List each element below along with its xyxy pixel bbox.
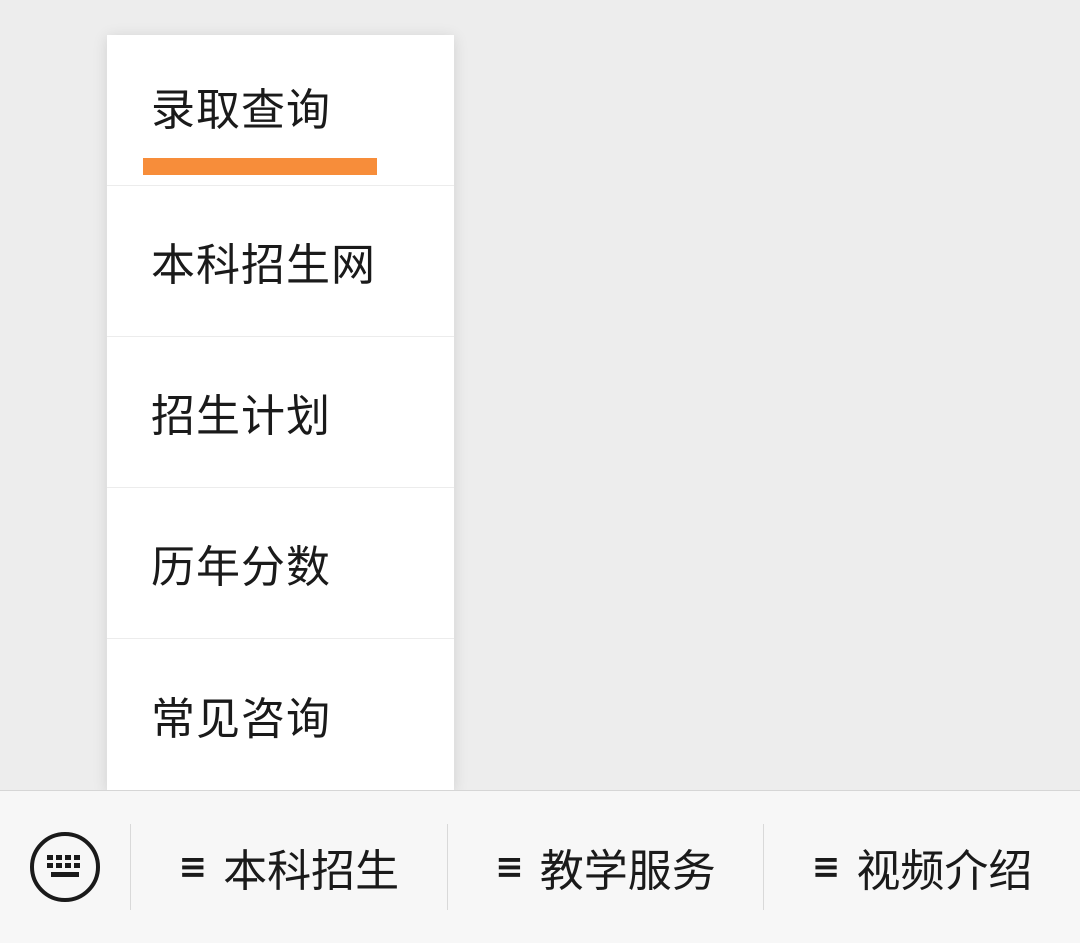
tab-label: 教学服务 (539, 846, 716, 897)
menu-item-label: 常见咨询 (151, 694, 331, 745)
menu-item-label: 招生计划 (151, 391, 331, 442)
tab-label: 本科招生 (223, 846, 400, 897)
tab-label: 视频介绍 (856, 846, 1033, 897)
tab-teaching-services[interactable]: ≡ 教学服务 (448, 791, 764, 943)
menu-lines-icon: ≡ (495, 847, 524, 887)
menu-item-past-scores[interactable]: 历年分数 (107, 488, 454, 639)
menu-item-undergrad-site[interactable]: 本科招生网 (107, 186, 454, 337)
tab-video-intro[interactable]: ≡ 视频介绍 (764, 791, 1080, 943)
tab-undergrad-admission[interactable]: ≡ 本科招生 (131, 791, 447, 943)
menu-item-label: 本科招生网 (151, 240, 376, 291)
popup-menu: 录取查询 本科招生网 招生计划 历年分数 常见咨询 (107, 35, 454, 791)
menu-item-faq[interactable]: 常见咨询 (107, 639, 454, 791)
menu-item-enrollment-plan[interactable]: 招生计划 (107, 337, 454, 488)
menu-item-label: 历年分数 (151, 542, 331, 593)
bottom-menu-bar: ≡ 本科招生 ≡ 教学服务 ≡ 视频介绍 (0, 790, 1080, 943)
keyboard-toggle-button[interactable] (0, 791, 130, 943)
menu-lines-icon: ≡ (178, 847, 208, 887)
keyboard-icon (30, 832, 100, 902)
active-indicator (143, 158, 377, 175)
menu-lines-icon: ≡ (811, 847, 841, 887)
menu-item-label: 录取查询 (151, 85, 331, 136)
menu-item-admission-query[interactable]: 录取查询 (107, 35, 454, 186)
